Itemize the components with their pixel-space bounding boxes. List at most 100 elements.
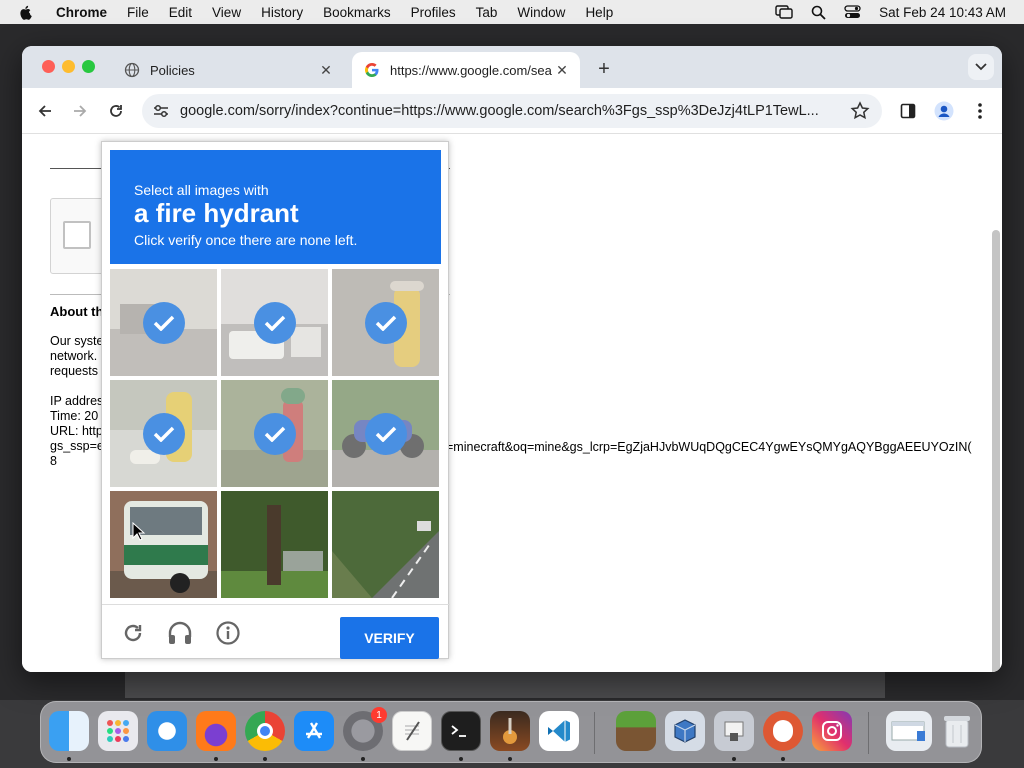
image-tile-7[interactable] <box>110 491 217 598</box>
challenge-target: a fire hydrant <box>134 198 299 228</box>
reload-button[interactable] <box>103 98 129 124</box>
image-tile-8[interactable] <box>221 491 328 598</box>
menu-tab[interactable]: Tab <box>476 5 498 20</box>
tab-close-icon[interactable]: ✕ <box>552 60 572 80</box>
new-tab-button[interactable]: + <box>592 57 616 81</box>
apple-menu-icon[interactable] <box>18 4 34 20</box>
menubar-clock[interactable]: Sat Feb 24 10:43 AM <box>879 5 1006 20</box>
image-tile-9[interactable] <box>332 491 439 598</box>
vertical-scrollbar[interactable] <box>992 230 1000 672</box>
menu-window[interactable]: Window <box>517 5 565 20</box>
request-url-text: =minecraft&oq=mine&gs_lcrp=EgZjaHJvbWUqD… <box>446 440 972 454</box>
minecraft-icon[interactable] <box>616 711 656 751</box>
image-tile-3[interactable] <box>332 269 439 376</box>
running-indicator <box>361 757 365 761</box>
menu-help[interactable]: Help <box>585 5 613 20</box>
duckduckgo-icon[interactable] <box>763 711 803 751</box>
mouse-cursor-icon <box>132 522 146 541</box>
terminal-icon[interactable] <box>441 711 481 751</box>
info-line: 8 <box>50 454 57 468</box>
image-tile-2[interactable] <box>221 269 328 376</box>
window-minimize-button[interactable] <box>62 60 75 73</box>
screen-mirroring-icon[interactable] <box>775 5 793 19</box>
selected-check-icon <box>143 302 185 344</box>
running-indicator <box>214 757 218 761</box>
reload-icon <box>110 105 122 117</box>
profile-avatar-icon <box>934 101 954 121</box>
challenge-footer: VERIFY <box>102 604 450 660</box>
safari-icon[interactable] <box>147 711 187 751</box>
app-menu-chrome[interactable]: Chrome <box>56 5 107 20</box>
body-line: network. <box>50 349 98 363</box>
globe-icon <box>124 62 140 78</box>
app-store-icon[interactable] <box>294 711 334 751</box>
headphones-icon <box>168 621 192 644</box>
info-line: IP addres <box>50 394 104 408</box>
site-info-icon[interactable] <box>152 102 170 120</box>
address-bar[interactable]: google.com/sorry/index?continue=https://… <box>142 94 882 128</box>
image-tile-6[interactable] <box>332 380 439 487</box>
window-close-button[interactable] <box>42 60 55 73</box>
macos-menubar: Chrome File Edit View History Bookmarks … <box>0 0 1024 24</box>
preview-icon[interactable] <box>714 711 754 751</box>
running-indicator <box>508 757 512 761</box>
garageband-icon[interactable] <box>490 711 530 751</box>
bookmark-star-icon[interactable] <box>850 101 870 121</box>
info-icon <box>216 621 240 645</box>
firefox-icon[interactable] <box>196 711 236 751</box>
menu-profiles[interactable]: Profiles <box>411 5 456 20</box>
running-indicator <box>459 757 463 761</box>
address-bar-url[interactable]: google.com/sorry/index?continue=https://… <box>180 103 838 119</box>
verify-button[interactable]: VERIFY <box>340 617 439 659</box>
tile-image <box>110 491 217 598</box>
window-zoom-button[interactable] <box>82 60 95 73</box>
selected-check-icon <box>365 302 407 344</box>
control-center-icon[interactable] <box>844 5 861 19</box>
menu-history[interactable]: History <box>261 5 303 20</box>
textedit-icon[interactable] <box>392 711 432 751</box>
side-panel-icon <box>900 103 916 119</box>
system-settings-icon[interactable]: 1 <box>343 707 387 751</box>
menu-edit[interactable]: Edit <box>169 5 192 20</box>
tab-close-icon[interactable]: ✕ <box>316 60 336 80</box>
chrome-icon[interactable] <box>245 711 285 751</box>
menu-bookmarks[interactable]: Bookmarks <box>323 5 391 20</box>
browser-toolbar: google.com/sorry/index?continue=https://… <box>22 88 1002 134</box>
help-button[interactable] <box>214 619 242 647</box>
recaptcha-challenge: Select all images with a fire hydrant Cl… <box>101 141 450 660</box>
profile-button[interactable] <box>932 99 956 123</box>
back-button[interactable] <box>32 98 58 124</box>
instagram-icon[interactable] <box>812 711 852 751</box>
info-line: gs_ssp=e <box>50 439 104 453</box>
trash-icon[interactable] <box>937 711 977 751</box>
chrome-menu-button[interactable] <box>968 99 992 123</box>
launchpad-icon[interactable] <box>98 711 138 751</box>
spotlight-search-icon[interactable] <box>811 5 826 20</box>
menu-view[interactable]: View <box>212 5 241 20</box>
tab-google-search[interactable]: https://www.google.com/sear ✕ <box>352 52 580 88</box>
dock-separator <box>594 712 595 754</box>
virtualbox-icon[interactable] <box>665 711 705 751</box>
tab-strip: Policies ✕ https://www.google.com/sear ✕… <box>22 46 1002 88</box>
image-tile-5[interactable] <box>221 380 328 487</box>
audio-challenge-button[interactable] <box>166 619 194 647</box>
menu-file[interactable]: File <box>127 5 149 20</box>
refresh-icon <box>124 624 142 642</box>
finder-icon[interactable] <box>49 711 89 751</box>
arrow-left-icon <box>38 105 51 117</box>
recaptcha-checkbox[interactable] <box>63 221 91 249</box>
reload-challenge-button[interactable] <box>119 619 147 647</box>
tab-search-button[interactable] <box>968 54 994 80</box>
image-tile-4[interactable] <box>110 380 217 487</box>
screenshot-thumbnail-icon[interactable] <box>886 711 932 751</box>
tab-policies[interactable]: Policies ✕ <box>112 52 344 88</box>
side-panel-button[interactable] <box>896 99 920 123</box>
image-grid <box>110 269 440 599</box>
running-indicator <box>67 757 71 761</box>
challenge-hint: Click verify once there are none left. <box>134 232 358 248</box>
forward-button[interactable] <box>67 98 93 124</box>
vscode-icon[interactable] <box>539 711 579 751</box>
notification-badge: 1 <box>371 707 387 723</box>
image-tile-1[interactable] <box>110 269 217 376</box>
about-heading: About th <box>50 304 104 319</box>
